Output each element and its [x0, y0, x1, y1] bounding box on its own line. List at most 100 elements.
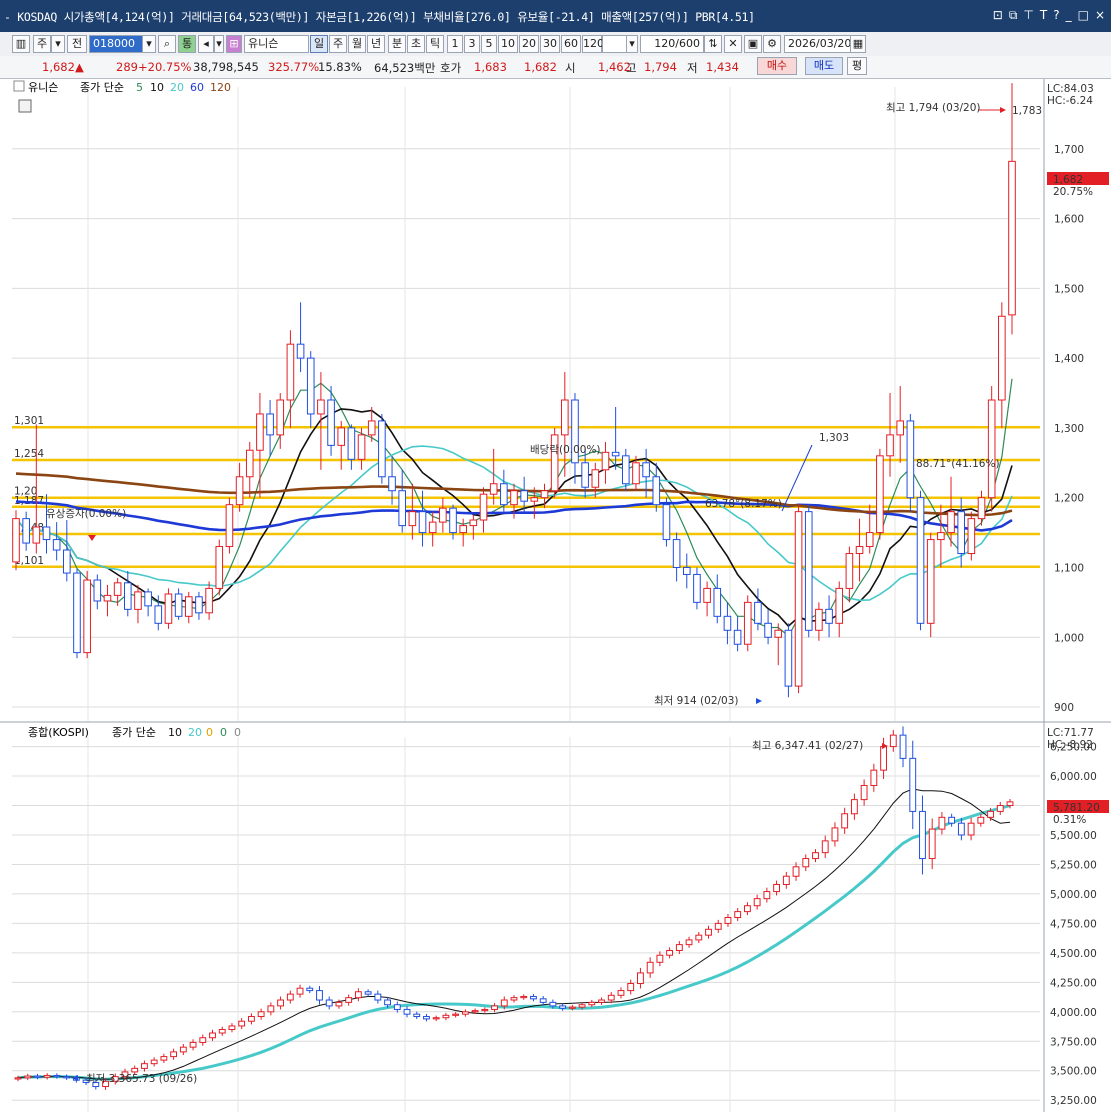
candle-body-17: [184, 596, 193, 617]
search-icon[interactable]: ⌕: [158, 35, 176, 53]
index-tick-6000: 6,000.00: [1050, 771, 1097, 783]
interval-5[interactable]: 5: [481, 35, 497, 53]
index-body-29: [296, 987, 304, 995]
stock-code-input[interactable]: 018000: [89, 35, 146, 53]
candle-body-54: [561, 399, 569, 436]
candle-icon[interactable]: ⇅: [704, 35, 722, 53]
index-body-61: [607, 994, 615, 1001]
candle-body-56: [581, 462, 589, 488]
bar-count-input[interactable]: 120/600: [640, 35, 704, 53]
price-tick-1700: 1,700: [1054, 144, 1084, 156]
candle-body-48: [500, 483, 508, 506]
index-body-85: [841, 813, 849, 829]
interval-dropdown-icon[interactable]: ▾: [626, 35, 638, 53]
index-body-58: [578, 1004, 586, 1008]
candle-body-92: [947, 511, 955, 534]
index-body-81: [802, 858, 810, 868]
candle-body-44: [459, 525, 467, 534]
calendar-icon[interactable]: ▦: [850, 35, 866, 53]
index-body-92: [909, 757, 917, 812]
period-dropdown-icon[interactable]: ▾: [51, 35, 65, 53]
maximize-icon[interactable]: □: [1078, 8, 1089, 23]
market-badge[interactable]: 통: [178, 35, 196, 53]
interval-120[interactable]: 120: [582, 35, 604, 53]
index-body-95: [938, 816, 946, 830]
buy-button[interactable]: 매수: [757, 57, 797, 75]
index-body-23: [238, 1020, 246, 1027]
chart-area[interactable]: 1,3011,2541,201,1871,1481,101 9001,0001,…: [0, 79, 1111, 1112]
interval-20[interactable]: 20: [519, 35, 539, 53]
tab-month[interactable]: 월: [348, 35, 366, 53]
up-arrow-icon: ▲: [75, 60, 84, 74]
link-icon[interactable]: ⊡: [993, 8, 1003, 23]
candle-body-20: [215, 546, 224, 589]
tab-second[interactable]: 초: [407, 35, 425, 53]
help-icon[interactable]: ?: [1053, 8, 1059, 23]
index-tick-3250: 3,250.00: [1050, 1095, 1097, 1107]
candle-body-77: [794, 511, 803, 687]
minimize-icon[interactable]: _: [1066, 8, 1072, 23]
max-value-label: 1,783: [1012, 105, 1042, 117]
candle-body-50: [520, 490, 528, 502]
interval-1[interactable]: 1: [447, 35, 463, 53]
tab-minute[interactable]: 분: [388, 35, 406, 53]
last-pct-label: 20.75%: [1053, 186, 1093, 198]
candle-body-86: [886, 434, 894, 457]
tab-year[interactable]: 년: [367, 35, 385, 53]
close-icon[interactable]: ×: [1095, 8, 1105, 23]
period-select[interactable]: 주: [33, 35, 51, 53]
interval-30[interactable]: 30: [540, 35, 560, 53]
pin-icon[interactable]: ⊤: [1023, 8, 1033, 23]
legend-ma20: 20: [170, 81, 184, 94]
candle-body-58: [601, 451, 610, 471]
candle-body-16: [174, 593, 183, 617]
date-input[interactable]: 2026/03/20: [784, 35, 851, 53]
candle-body-76: [784, 629, 793, 687]
code-dropdown-icon[interactable]: ▾: [142, 35, 156, 53]
rights-annotation: 유상증자(0.00%): [46, 508, 126, 520]
candle-body-9: [103, 594, 112, 602]
index-body-97: [957, 822, 965, 836]
theme-icon[interactable]: ⊞: [226, 35, 242, 53]
interval-3[interactable]: 3: [464, 35, 480, 53]
save-icon[interactable]: ▣: [744, 35, 762, 53]
candle-body-97: [998, 315, 1006, 401]
candle-body-95: [977, 497, 986, 520]
copy-icon[interactable]: ⧉: [1009, 8, 1018, 23]
font-icon[interactable]: T: [1040, 8, 1047, 23]
interval-60[interactable]: 60: [561, 35, 581, 53]
candle-body-45: [469, 519, 478, 527]
custom-interval-input[interactable]: [602, 35, 627, 53]
legend-index-prefix: 종가 단순: [112, 726, 156, 739]
tab-day[interactable]: 일: [310, 35, 328, 53]
last-price-label: 1,682: [1053, 174, 1083, 186]
chart-canvas[interactable]: 1,3011,2541,201,1871,1481,101 9001,0001,…: [0, 79, 1111, 1112]
index-body-63: [627, 983, 635, 992]
sell-button[interactable]: 매도: [805, 57, 843, 75]
index-body-1: [24, 1075, 32, 1079]
index-body-19: [199, 1037, 207, 1043]
prev-button[interactable]: 전: [67, 35, 87, 53]
crosshair-icon[interactable]: ✕: [724, 35, 742, 53]
candle-body-5: [63, 549, 71, 574]
sound-icon[interactable]: ◂: [198, 35, 214, 53]
index-tick-5500: 5,500.00: [1050, 830, 1097, 842]
index-body-70: [695, 934, 703, 941]
stock-name-field[interactable]: 유니슨: [244, 35, 309, 53]
index-body-82: [812, 852, 819, 860]
chart-type-icon[interactable]: ▥: [12, 35, 30, 53]
candle-body-96: [987, 399, 996, 499]
index-body-74: [734, 911, 742, 919]
table-icon[interactable]: [18, 99, 32, 113]
interval-10[interactable]: 10: [498, 35, 518, 53]
legend-ma-prefix: 종가 단순: [80, 81, 124, 94]
tab-week[interactable]: 주: [329, 35, 347, 53]
tab-tick[interactable]: 틱: [426, 35, 444, 53]
level-label-1301: 1,301: [14, 415, 44, 427]
sound-dropdown-icon[interactable]: ▾: [214, 35, 224, 53]
volume-ratio: 325.77%: [268, 60, 320, 74]
eval-button[interactable]: 평: [847, 57, 867, 75]
index-body-55: [549, 1001, 557, 1007]
settings-gear-icon[interactable]: ⚙: [763, 35, 781, 53]
candle-body-59: [611, 451, 620, 457]
